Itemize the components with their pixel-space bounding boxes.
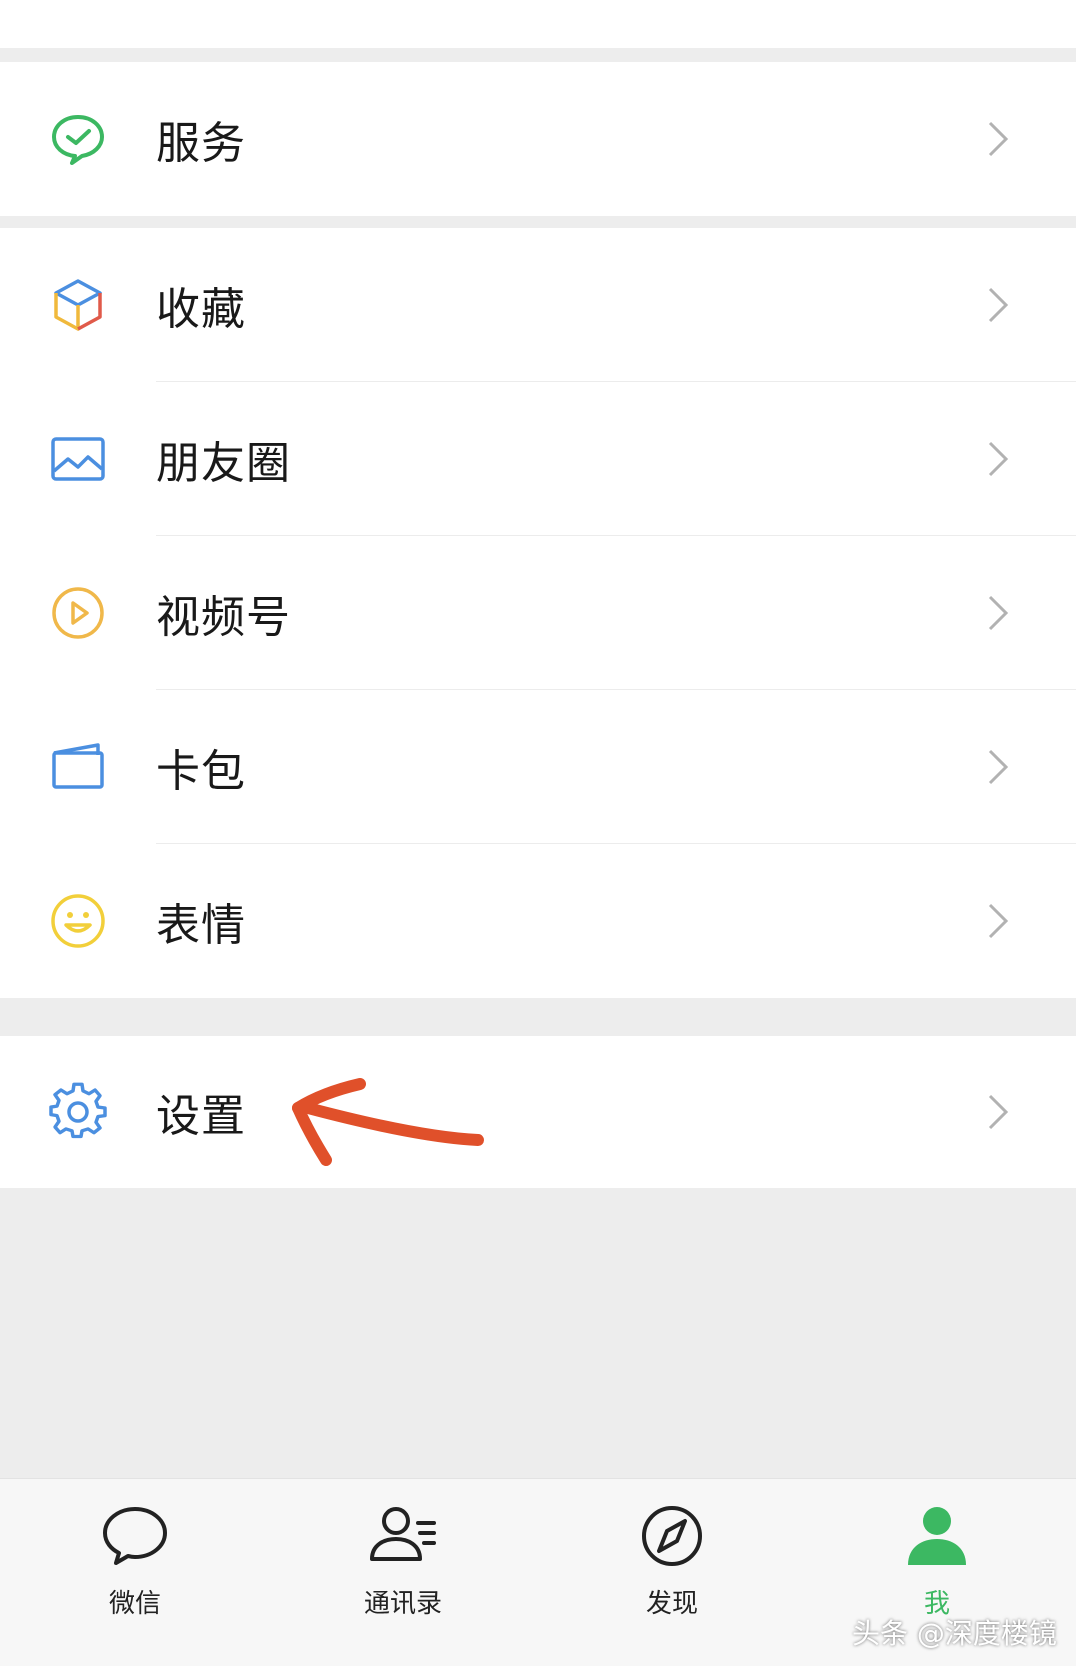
- chevron-right-icon: [986, 901, 1010, 941]
- favorites-cube-icon: [48, 275, 108, 335]
- menu-item-label: 设置: [156, 1091, 246, 1142]
- tab-contacts[interactable]: 通讯录: [338, 1501, 468, 1621]
- menu-item-label: 表情: [156, 900, 246, 951]
- card-wallet-icon: [48, 737, 108, 797]
- menu-item-stickers[interactable]: 表情: [0, 844, 1076, 998]
- tab-label: 微信: [108, 1589, 161, 1619]
- menu-item-label: 朋友圈: [156, 438, 291, 489]
- chevron-right-icon: [986, 593, 1010, 633]
- moments-image-icon: [48, 429, 108, 489]
- chevron-right-icon: [986, 285, 1010, 325]
- chevron-right-icon: [986, 747, 1010, 787]
- menu-item-moments[interactable]: 朋友圈: [0, 382, 1076, 536]
- chevron-right-icon: [986, 119, 1010, 159]
- tab-chats[interactable]: 微信: [70, 1501, 200, 1621]
- tab-label: 发现: [645, 1589, 698, 1619]
- menu-item-label: 服务: [156, 118, 246, 169]
- wechat-pay-icon: [48, 109, 108, 169]
- channels-play-icon: [48, 583, 108, 643]
- menu-item-card-wallet[interactable]: 卡包: [0, 690, 1076, 844]
- group-services: 服务: [0, 62, 1076, 216]
- compass-icon: [637, 1501, 707, 1571]
- menu-item-label: 卡包: [156, 746, 246, 797]
- menu-item-label: 收藏: [156, 284, 246, 335]
- top-cropped-area: [0, 0, 1076, 48]
- menu-item-services[interactable]: 服务: [0, 62, 1076, 216]
- menu-item-favorites[interactable]: 收藏: [0, 228, 1076, 382]
- tab-me[interactable]: 我: [872, 1501, 1002, 1621]
- menu-item-label: 视频号: [156, 592, 291, 643]
- menu-item-settings[interactable]: 设置: [0, 1036, 1076, 1188]
- tab-label: 通讯录: [363, 1589, 442, 1619]
- chat-bubble-icon: [100, 1501, 170, 1571]
- chevron-right-icon: [986, 439, 1010, 479]
- gear-icon: [48, 1082, 108, 1142]
- person-icon: [902, 1501, 972, 1571]
- watermark: 头条 @深度楼镜: [852, 1617, 1057, 1650]
- group-settings: 设置: [0, 1036, 1076, 1188]
- contacts-icon: [368, 1501, 438, 1571]
- menu-item-channels[interactable]: 视频号: [0, 536, 1076, 690]
- chevron-right-icon: [986, 1092, 1010, 1132]
- sticker-smile-icon: [48, 891, 108, 951]
- group-main-menu: 收藏 朋友圈 视频号 卡包 表情: [0, 228, 1076, 998]
- tab-discover[interactable]: 发现: [607, 1501, 737, 1621]
